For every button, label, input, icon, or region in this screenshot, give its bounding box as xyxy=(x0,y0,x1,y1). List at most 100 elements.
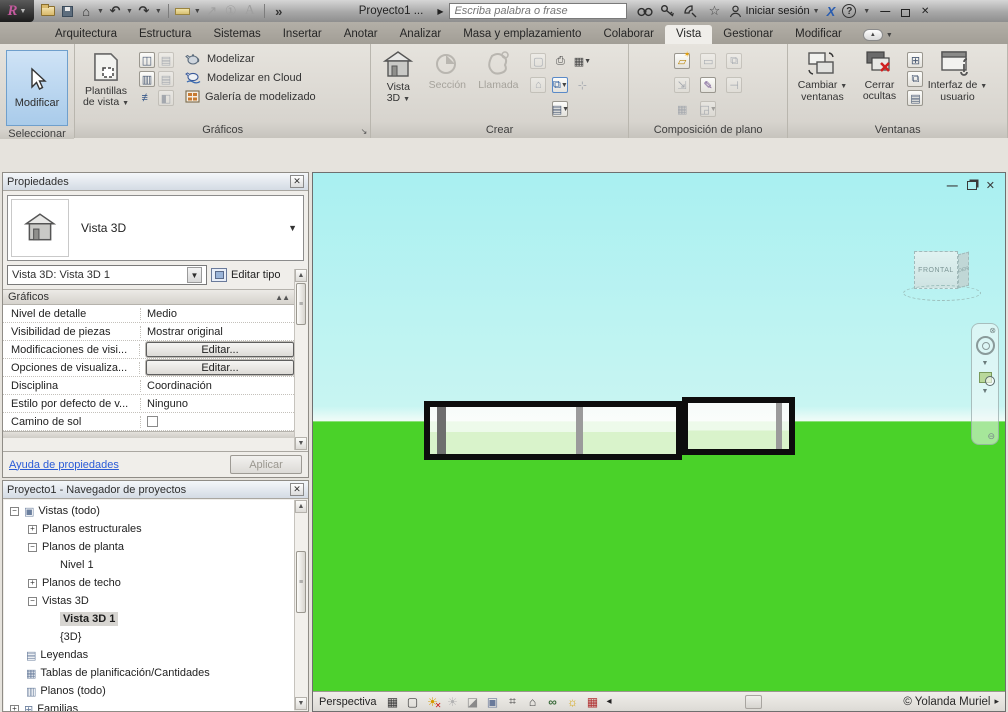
view-templates-button[interactable]: Plantillas de vista ▼ xyxy=(78,48,134,109)
scroll-down-icon[interactable]: ▼ xyxy=(295,437,307,450)
detail-level-icon[interactable]: ▢ xyxy=(404,694,420,710)
view-minimize-icon[interactable]: — xyxy=(947,180,958,192)
render-gallery-button[interactable]: Galería de modelizado xyxy=(185,90,316,103)
tree-item-vistas-todo[interactable]: − ▣ Vistas (todo) xyxy=(4,502,294,520)
tree-item-planos-de-planta[interactable]: − Planos de planta xyxy=(4,538,294,556)
tab-analizar[interactable]: Analizar xyxy=(389,25,453,44)
dialog-launcher-icon[interactable]: ↘ xyxy=(361,127,368,136)
section-button[interactable]: Sección xyxy=(422,48,472,91)
scrollbar-thumb[interactable]: ≡ xyxy=(296,551,306,613)
close-button[interactable]: ✕ xyxy=(918,5,932,17)
tab-arquitectura[interactable]: Arquitectura xyxy=(44,25,128,44)
expand-expander-icon[interactable]: + xyxy=(10,705,19,712)
camino-de-sol-checkbox[interactable] xyxy=(147,416,158,427)
chevron-down-icon[interactable]: ▼ xyxy=(194,8,201,15)
model-structure-left[interactable] xyxy=(424,401,682,460)
viewcube[interactable]: FRONTAL DER xyxy=(911,243,973,303)
tree-item-planos-todo[interactable]: ▥ Planos (todo) xyxy=(4,682,294,700)
render-in-cloud-button[interactable]: Modelizar en Cloud xyxy=(185,71,316,84)
apply-button[interactable]: Aplicar xyxy=(230,455,302,474)
filter-icon[interactable]: ▥ xyxy=(139,71,155,87)
temporary-hide-isolate-icon[interactable]: ∞ xyxy=(544,694,560,710)
tree-item-vistas-3d[interactable]: − Vistas 3D xyxy=(4,592,294,610)
panel-label-crear[interactable]: Crear xyxy=(371,121,627,138)
replicate-window-icon[interactable]: ⊞ xyxy=(907,52,923,68)
panel-label-ventanas[interactable]: Ventanas xyxy=(788,121,1007,138)
scrollbar-thumb[interactable]: ≡ xyxy=(296,283,306,325)
collapse-expander-icon[interactable]: − xyxy=(10,507,19,516)
viewcube-compass-ring[interactable] xyxy=(903,285,981,301)
collapse-ribbon-icon[interactable]: ▲ xyxy=(863,29,883,41)
steering-wheel-icon[interactable] xyxy=(976,336,995,355)
view-canvas[interactable]: — ✕ FRONTAL DER ⊗ ▼ ▼ ⊖ xyxy=(313,173,1005,691)
tree-item-vista-3d-1[interactable]: Vista 3D 1 xyxy=(4,610,294,628)
tab-gestionar[interactable]: Gestionar xyxy=(712,25,784,44)
locked-3d-view-icon[interactable]: ⌂ xyxy=(524,694,540,710)
callout-button[interactable]: Llamada xyxy=(472,48,524,91)
schedules-icon[interactable]: ▦▼ xyxy=(574,53,590,69)
close-icon[interactable]: ✕ xyxy=(290,175,304,188)
tag-by-category-button[interactable]: ① xyxy=(223,3,239,19)
panel-label-graficos[interactable]: Gráficos↘ xyxy=(75,121,370,138)
tab-sistemas[interactable]: Sistemas xyxy=(202,25,271,44)
communication-center-icon[interactable] xyxy=(683,3,699,19)
scroll-up-icon[interactable]: ▲ xyxy=(295,269,307,282)
viewcube-right-face[interactable]: DER xyxy=(958,252,969,289)
view-scale-label[interactable]: Perspectiva xyxy=(319,696,376,708)
tree-item-tablas[interactable]: ▦ Tablas de planificación/Cantidades xyxy=(4,664,294,682)
zoom-region-icon[interactable] xyxy=(979,372,992,383)
open-button[interactable] xyxy=(40,3,56,19)
navbar-close-icon[interactable]: ⊗ xyxy=(989,326,996,335)
subscription-key-icon[interactable] xyxy=(660,3,676,19)
graphic-display-options-icon[interactable]: ▤ xyxy=(158,52,174,68)
insert-from-file-icon[interactable]: ⇲ xyxy=(674,77,690,93)
keynote-legend-icon[interactable]: ⊹ xyxy=(574,77,590,93)
instance-selector-combo[interactable]: Vista 3D: Vista 3D 1 ▼ xyxy=(7,265,207,285)
undo-button[interactable]: ↶ xyxy=(107,3,123,19)
revision-icon[interactable]: ✎ xyxy=(700,77,716,93)
tab-vista[interactable]: Vista xyxy=(665,25,712,44)
view-close-icon[interactable]: ✕ xyxy=(986,179,995,192)
cut-profile-icon[interactable]: ≢ xyxy=(139,90,155,106)
visibility-graphics-icon[interactable]: ◫ xyxy=(139,52,155,68)
visual-style-icon[interactable]: ☀✕ xyxy=(424,694,440,710)
chevron-down-icon[interactable]: ▼ xyxy=(863,8,870,15)
qat-overflow-button[interactable]: » xyxy=(271,3,287,19)
tree-item-3d[interactable]: {3D} xyxy=(4,628,294,646)
collapse-expander-icon[interactable]: − xyxy=(28,597,37,606)
cascade-windows-icon[interactable]: ⧉ xyxy=(907,71,923,87)
show-hidden-lines-icon[interactable]: ◧ xyxy=(158,90,174,106)
title-block-icon[interactable]: ▭ xyxy=(700,53,716,69)
chevron-down-icon[interactable]: ▼ xyxy=(187,267,202,283)
viewcube-front-face[interactable]: FRONTAL xyxy=(914,251,958,289)
tile-windows-icon[interactable]: ▤ xyxy=(907,90,923,106)
search-binoculars-icon[interactable] xyxy=(637,3,653,19)
tree-item-familias[interactable]: + ⊞ Familias xyxy=(4,700,294,711)
property-row[interactable]: Disciplina Coordinación xyxy=(3,377,294,395)
edit-type-button[interactable]: Editar tipo xyxy=(211,268,281,282)
project-browser-title-bar[interactable]: Proyecto1 - Navegador de proyectos ✕ xyxy=(3,481,308,499)
tree-item-nivel-1[interactable]: Nivel 1 xyxy=(4,556,294,574)
analytical-model-icon[interactable]: ▦ xyxy=(584,694,600,710)
tab-modificar[interactable]: Modificar xyxy=(784,25,853,44)
ribbon-collapse-control[interactable]: ▲ ▼ xyxy=(863,29,893,41)
infocenter-flyout-icon[interactable]: ▶ xyxy=(437,7,443,16)
edit-display-options-button[interactable]: Editar... xyxy=(146,360,294,375)
type-selector[interactable]: Vista 3D ▼ xyxy=(7,195,304,261)
measure-button[interactable] xyxy=(175,3,191,19)
save-button[interactable] xyxy=(59,3,75,19)
chevron-down-icon[interactable]: ▼ xyxy=(126,8,133,15)
exchange-apps-icon[interactable]: X xyxy=(827,4,836,19)
view-3d-button[interactable]: Vista3D ▼ xyxy=(374,48,422,105)
tree-item-leyendas[interactable]: ▤ Leyendas xyxy=(4,646,294,664)
chevron-down-icon[interactable]: ▼ xyxy=(288,223,297,233)
properties-help-link[interactable]: Ayuda de propiedades xyxy=(9,459,119,471)
chevron-down-icon[interactable]: ▼ xyxy=(155,8,162,15)
viewport-icon[interactable]: ⧉ xyxy=(726,53,742,69)
aligned-dimension-button[interactable]: ↗ xyxy=(204,3,220,19)
guide-grid-icon[interactable]: ▦ xyxy=(674,101,690,117)
properties-title-bar[interactable]: Propiedades ✕ xyxy=(3,173,308,191)
sheet-print-icon[interactable]: ⎙ xyxy=(552,53,568,69)
chevron-down-icon[interactable]: ▼ xyxy=(97,8,104,15)
property-row[interactable]: Estilo por defecto de v... Ninguno xyxy=(3,395,294,413)
